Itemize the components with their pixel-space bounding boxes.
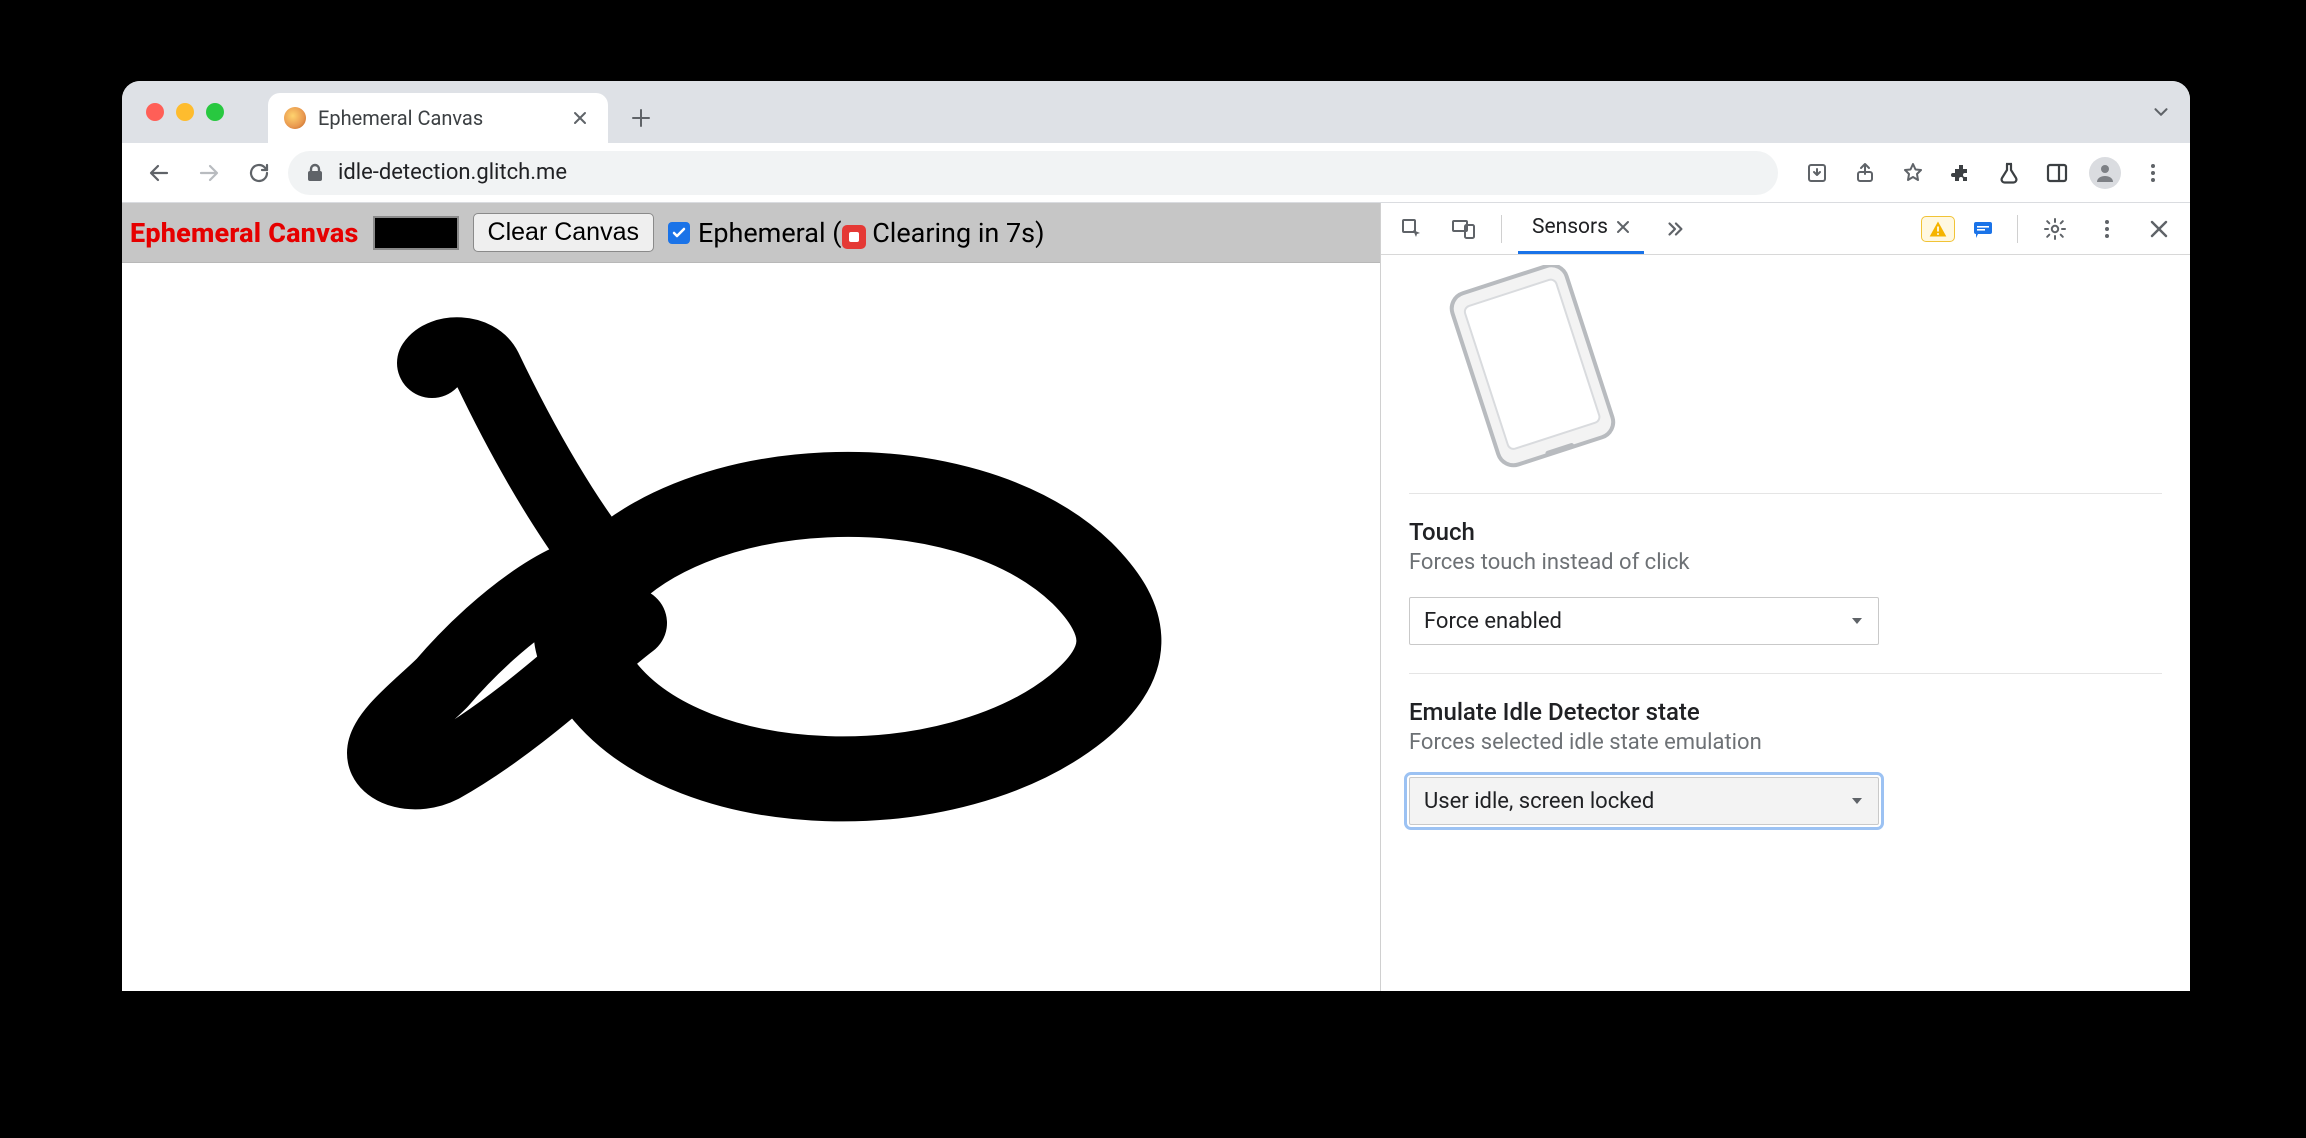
idle-select-value: User idle, screen locked [1424, 789, 1654, 814]
dropdown-caret-icon [1850, 614, 1864, 628]
orientation-preview [1419, 255, 2162, 475]
labs-icon[interactable] [1988, 152, 2030, 194]
web-page: Ephemeral Canvas Clear Canvas Ephemeral … [122, 203, 1380, 991]
idle-section: Emulate Idle Detector state Forces selec… [1409, 673, 2162, 853]
touch-title: Touch [1409, 518, 2162, 546]
device-toggle-icon[interactable] [1443, 208, 1485, 250]
touch-select[interactable]: Force enabled [1409, 597, 1879, 645]
fullscreen-window-button[interactable] [206, 103, 224, 121]
touch-desc: Forces touch instead of click [1409, 550, 2162, 575]
touch-section: Touch Forces touch instead of click Forc… [1409, 493, 2162, 673]
extensions-icon[interactable] [1940, 152, 1982, 194]
favicon-icon [284, 107, 306, 129]
ephemeral-label: Ephemeral ( Clearing in 7s) [698, 217, 1045, 249]
close-devtools-icon[interactable] [2138, 208, 2180, 250]
devtools-tab-label: Sensors [1532, 215, 1608, 239]
devtools-tab-bar: Sensors [1381, 203, 2190, 255]
touch-select-value: Force enabled [1424, 609, 1562, 634]
idle-title: Emulate Idle Detector state [1409, 698, 2162, 726]
more-tabs-icon[interactable] [1654, 208, 1696, 250]
close-panel-icon[interactable] [1616, 220, 1630, 234]
share-icon[interactable] [1844, 152, 1886, 194]
siren-icon [842, 225, 866, 249]
warnings-badge[interactable] [1921, 216, 1955, 242]
tab-overflow-icon[interactable] [2150, 101, 2172, 123]
color-swatch[interactable] [373, 216, 459, 250]
browser-tab[interactable]: Ephemeral Canvas [268, 93, 608, 143]
inspect-icon[interactable] [1391, 208, 1433, 250]
app-title: Ephemeral Canvas [130, 217, 359, 249]
url-text: idle-detection.glitch.me [338, 160, 567, 185]
back-button[interactable] [138, 152, 180, 194]
close-window-button[interactable] [146, 103, 164, 121]
devtools-panel: Sensors [1380, 203, 2190, 991]
kebab-menu-icon[interactable] [2132, 152, 2174, 194]
lock-icon [306, 163, 324, 183]
forward-button[interactable] [188, 152, 230, 194]
tab-title: Ephemeral Canvas [318, 106, 556, 130]
reload-button[interactable] [238, 152, 280, 194]
side-panel-icon[interactable] [2036, 152, 2078, 194]
settings-gear-icon[interactable] [2034, 208, 2076, 250]
ephemeral-checkbox[interactable] [668, 222, 690, 244]
content-area: Ephemeral Canvas Clear Canvas Ephemeral … [122, 203, 2190, 991]
bookmark-star-icon[interactable] [1892, 152, 1934, 194]
profile-avatar[interactable] [2084, 152, 2126, 194]
devtools-tab-sensors[interactable]: Sensors [1518, 203, 1644, 254]
messages-badge[interactable] [1965, 217, 2001, 241]
address-bar[interactable]: idle-detection.glitch.me [288, 151, 1778, 195]
toolbar-right-icons [1796, 152, 2174, 194]
idle-select[interactable]: User idle, screen locked [1409, 777, 1879, 825]
minimize-window-button[interactable] [176, 103, 194, 121]
tab-strip: Ephemeral Canvas [122, 81, 2190, 143]
clear-canvas-button[interactable]: Clear Canvas [473, 213, 654, 252]
dropdown-caret-icon [1850, 794, 1864, 808]
close-tab-icon[interactable] [568, 110, 592, 126]
devtools-content: Touch Forces touch instead of click Forc… [1381, 255, 2190, 991]
new-tab-button[interactable] [620, 97, 662, 139]
idle-desc: Forces selected idle state emulation [1409, 730, 2162, 755]
browser-window: Ephemeral Canvas idle-detection.glitch.m… [122, 81, 2190, 991]
app-toolbar: Ephemeral Canvas Clear Canvas Ephemeral … [122, 203, 1380, 263]
ephemeral-control: Ephemeral ( Clearing in 7s) [668, 217, 1045, 249]
install-app-icon[interactable] [1796, 152, 1838, 194]
devtools-kebab-icon[interactable] [2086, 208, 2128, 250]
browser-toolbar: idle-detection.glitch.me [122, 143, 2190, 203]
window-controls [146, 103, 224, 121]
drawing-canvas[interactable] [122, 263, 1380, 991]
